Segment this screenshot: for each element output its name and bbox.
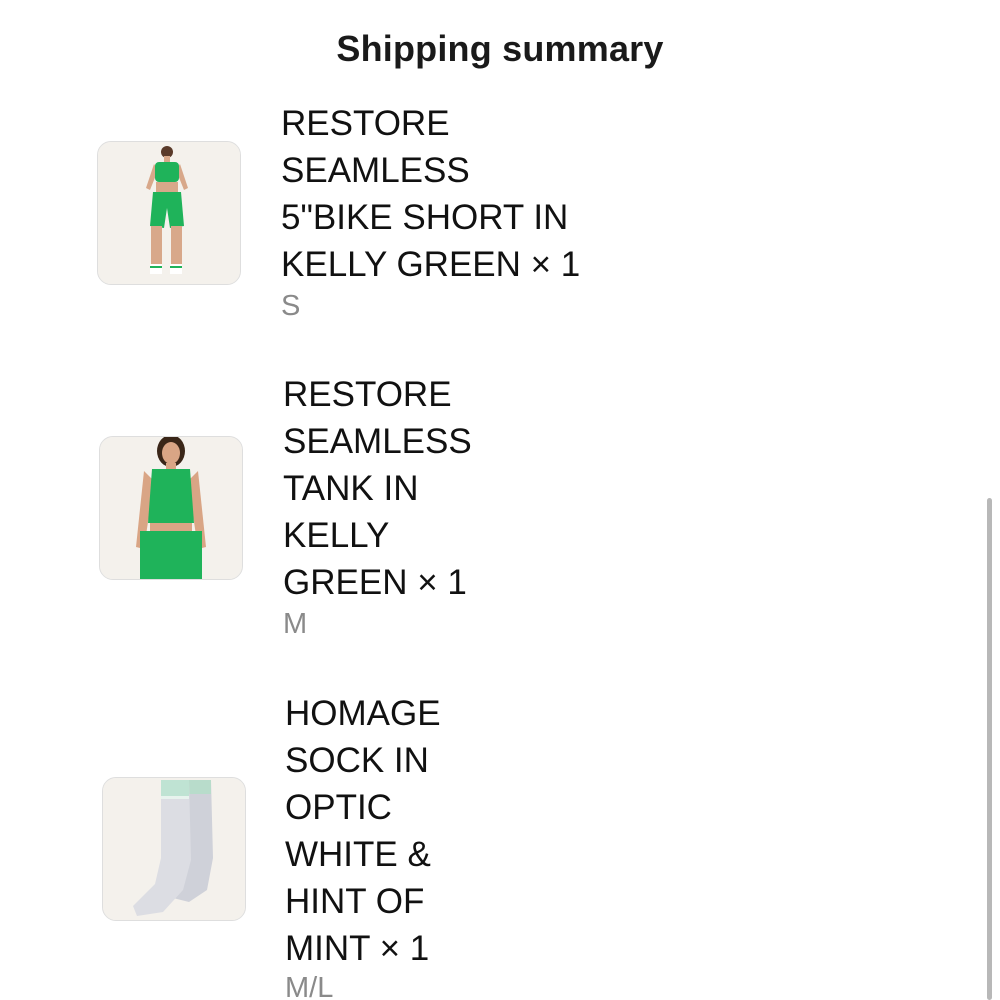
product-name: RESTORE SEAMLESS TANK IN KELLY GREEN × 1	[283, 375, 472, 602]
product-variant: M	[283, 608, 308, 640]
product-thumbnail-sock	[102, 777, 246, 921]
product-thumbnail-tank	[99, 436, 243, 580]
sock-product-photo	[103, 778, 245, 920]
product-variant: S	[281, 290, 301, 322]
shipping-summary-page: Shipping summary RESTORE SEAMLESS 5"BIKE…	[0, 0, 1000, 1000]
bike-short-product-photo	[98, 142, 240, 284]
product-variant: M/L	[285, 972, 334, 1000]
product-name: RESTORE SEAMLESS 5"BIKE SHORT IN KELLY G…	[281, 104, 581, 284]
vertical-scrollbar[interactable]	[987, 498, 992, 1000]
page-title: Shipping summary	[336, 28, 664, 69]
product-name: HOMAGE SOCK IN OPTIC WHITE & HINT OF MIN…	[285, 694, 441, 968]
product-thumbnail-bike-short	[97, 141, 241, 285]
tank-product-photo	[100, 437, 242, 579]
